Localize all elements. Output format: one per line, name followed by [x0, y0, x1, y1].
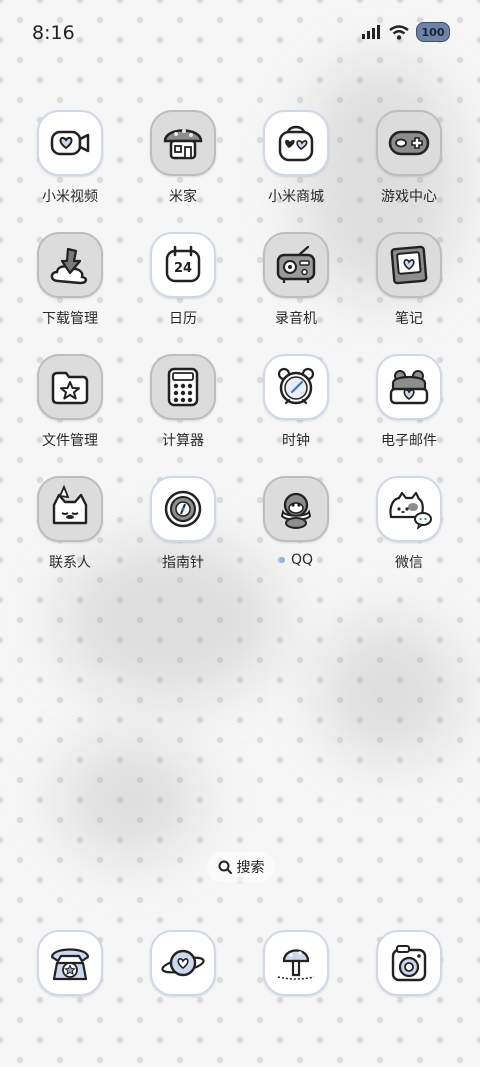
app-label: 米家: [169, 189, 197, 205]
app-label: 录音机: [275, 311, 317, 327]
alarm-clock-icon: [263, 354, 329, 420]
app-label: QQ: [290, 552, 314, 568]
app-recorder[interactable]: 录音机: [240, 232, 352, 328]
folder-star-icon: [37, 354, 103, 420]
app-compass[interactable]: 指南针: [127, 476, 239, 572]
dock-themes[interactable]: [240, 930, 352, 996]
wechat-cat-icon: [376, 476, 442, 542]
app-label: 联系人: [49, 555, 91, 571]
app-notes[interactable]: 笔记: [353, 232, 465, 328]
contacts-cat-icon: [37, 476, 103, 542]
search-label: 搜索: [236, 860, 265, 876]
app-file-manager[interactable]: 文件管理: [14, 354, 126, 450]
wallpaper-shadow: [60, 740, 200, 860]
mushroom-house-icon: [150, 110, 216, 176]
app-label-row: QQ: [240, 552, 352, 568]
dock: [0, 930, 480, 1004]
app-qq[interactable]: QQ: [240, 476, 352, 568]
new-install-dot: [278, 557, 285, 563]
calendar-icon: 24: [150, 232, 216, 298]
planet-heart-icon: [150, 930, 216, 996]
compass-icon: [150, 476, 216, 542]
radio-recorder-icon: [263, 232, 329, 298]
app-label: 下载管理: [42, 311, 98, 327]
wifi-icon: [389, 24, 409, 40]
qq-penguin-icon: [263, 476, 329, 542]
dock-camera[interactable]: [353, 930, 465, 996]
search-icon: [218, 860, 232, 874]
app-calendar[interactable]: 24 日历: [127, 232, 239, 328]
app-clock[interactable]: 时钟: [240, 354, 352, 450]
app-label: 时钟: [282, 433, 310, 449]
app-label: 指南针: [162, 555, 204, 571]
app-xiaomi-video[interactable]: 小米视频: [14, 110, 126, 206]
notes-photo-icon: [376, 232, 442, 298]
phone-icon: [37, 930, 103, 996]
app-label: 游戏中心: [381, 189, 437, 205]
status-icons: 100: [362, 22, 450, 42]
app-label: 微信: [395, 555, 423, 571]
mushroom-icon: [263, 930, 329, 996]
camera-icon: [376, 930, 442, 996]
app-label: 小米视频: [42, 189, 98, 205]
gamepad-icon: [376, 110, 442, 176]
app-label: 笔记: [395, 311, 423, 327]
battery-level: 100: [421, 25, 445, 39]
app-mijia[interactable]: 米家: [127, 110, 239, 206]
app-contacts[interactable]: 联系人: [14, 476, 126, 572]
download-cloud-icon: [37, 232, 103, 298]
search-button[interactable]: 搜索: [207, 852, 275, 882]
dock-browser[interactable]: [127, 930, 239, 996]
status-time: 8:16: [32, 22, 75, 44]
status-bar: 8:16 100: [0, 0, 480, 68]
app-label: 电子邮件: [381, 433, 437, 449]
calendar-day: 24: [174, 261, 192, 276]
signal-icon: [362, 25, 380, 39]
app-wechat[interactable]: 微信: [353, 476, 465, 572]
app-label: 文件管理: [42, 433, 98, 449]
app-label: 日历: [169, 311, 197, 327]
dock-phone[interactable]: [14, 930, 126, 996]
calculator-icon: [150, 354, 216, 420]
video-camera-heart-icon: [37, 110, 103, 176]
app-download-manager[interactable]: 下载管理: [14, 232, 126, 328]
shopping-bag-icon: [263, 110, 329, 176]
wallpaper-shadow: [320, 620, 460, 760]
battery-indicator: 100: [416, 22, 450, 42]
app-xiaomi-mall[interactable]: 小米商城: [240, 110, 352, 206]
email-frog-icon: [376, 354, 442, 420]
app-email[interactable]: 电子邮件: [353, 354, 465, 450]
app-game-center[interactable]: 游戏中心: [353, 110, 465, 206]
app-label: 计算器: [162, 433, 204, 449]
app-label: 小米商城: [268, 189, 324, 205]
app-calculator[interactable]: 计算器: [127, 354, 239, 450]
